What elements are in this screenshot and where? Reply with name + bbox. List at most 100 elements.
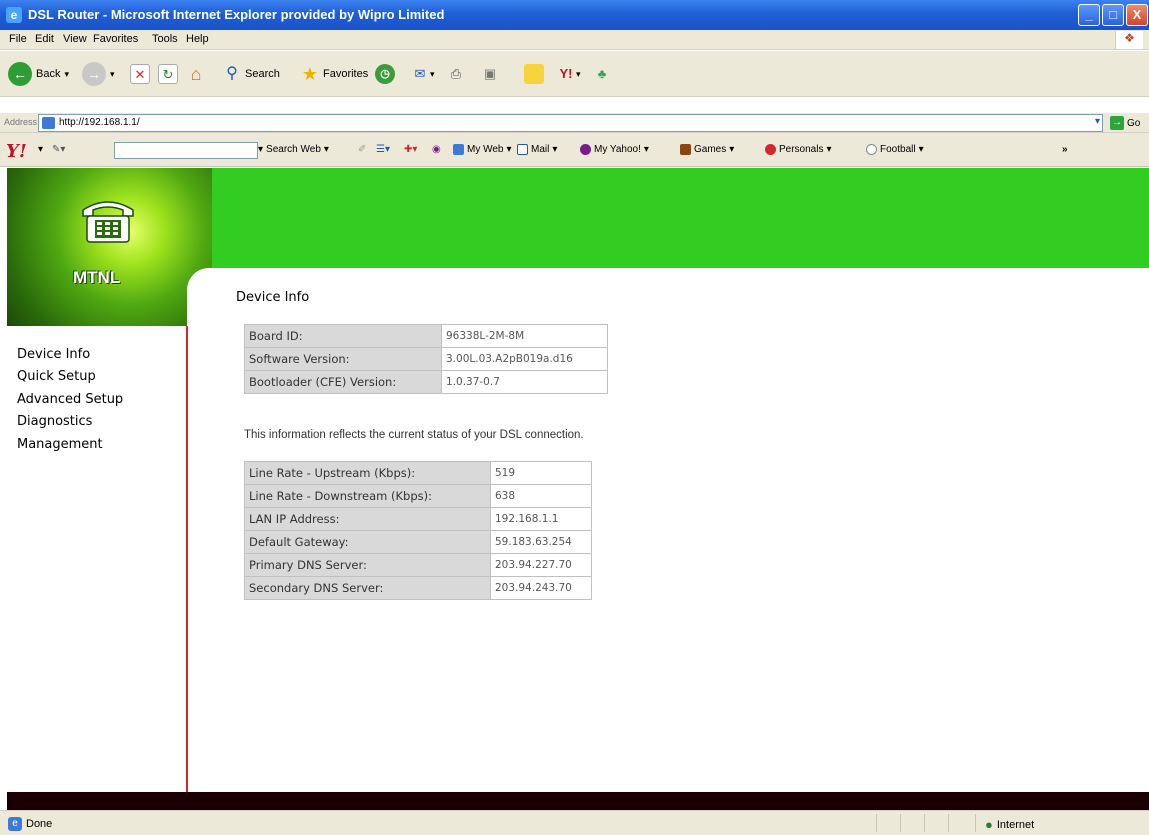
address-url: http://192.168.1.1/ — [59, 117, 140, 128]
sidebar: Device Info Quick Setup Advanced Setup D… — [7, 326, 188, 792]
my-yahoo-button[interactable]: My Yahoo! ▾ — [580, 144, 649, 155]
address-bar: Address http://192.168.1.1/ ▾ → Go — [0, 113, 1149, 133]
address-input[interactable]: http://192.168.1.1/ ▾ — [38, 114, 1103, 132]
search-icon: ⚲ — [226, 65, 238, 82]
status-bar: e Done ● Internet — [0, 810, 1149, 835]
mtnl-logo: MTNL — [7, 168, 212, 326]
history-icon: ◷ — [375, 64, 395, 84]
stop-button[interactable]: ✕ — [130, 61, 150, 87]
status-divider — [876, 814, 877, 832]
yahoo-search-input[interactable] — [114, 142, 258, 159]
table-row: Line Rate - Upstream (Kbps): 519 — [244, 461, 592, 485]
status-divider — [900, 814, 901, 832]
history-button[interactable]: ◷ — [375, 61, 395, 87]
device-info-table: Board ID: 96338L-2M-8M Software Version:… — [244, 324, 608, 394]
maximize-button[interactable]: □ — [1102, 4, 1124, 26]
menu-bar: File Edit View Favorites Tools Help ❖ — [0, 30, 1149, 50]
football-button[interactable]: Football ▾ — [866, 144, 924, 155]
brand-name: MTNL — [73, 268, 121, 287]
minimize-button[interactable]: _ — [1078, 4, 1100, 26]
browser-window: e DSL Router - Microsoft Internet Explor… — [0, 0, 1149, 835]
games-button[interactable]: Games ▾ — [680, 144, 734, 155]
status-divider — [948, 814, 949, 832]
row-value: 96338L-2M-8M — [441, 324, 608, 348]
forward-button[interactable]: → ▾ — [82, 61, 115, 87]
yahoo-y-icon: Y! — [559, 66, 573, 81]
nav-quick-setup[interactable]: Quick Setup — [17, 369, 96, 384]
my-web-button[interactable]: My Web ▾ — [453, 144, 512, 155]
table-row: Software Version: 3.00L.03.A2pB019a.d16 — [244, 347, 608, 371]
nav-diagnostics[interactable]: Diagnostics — [17, 414, 92, 429]
status-done: e Done — [8, 817, 52, 831]
row-label: Board ID: — [244, 324, 442, 348]
status-divider — [975, 814, 976, 832]
go-button[interactable]: → Go — [1110, 114, 1146, 132]
print-button[interactable]: ⎙ — [446, 61, 466, 87]
more-chevron-icon[interactable]: » — [1062, 144, 1068, 155]
close-button[interactable]: X — [1126, 4, 1148, 26]
search-web-button[interactable]: ▾ Search Web ▾ — [258, 144, 329, 155]
menu-tools[interactable]: Tools — [152, 33, 178, 45]
edit-button[interactable]: ▣ — [480, 61, 500, 87]
refresh-icon: ↻ — [158, 64, 178, 84]
home-button[interactable]: ⌂ — [186, 61, 206, 87]
nav-management[interactable]: Management — [17, 437, 103, 452]
refresh-button[interactable]: ↻ — [158, 61, 178, 87]
table-row: Board ID: 96338L-2M-8M — [244, 324, 608, 348]
back-button[interactable]: ← Back ▾ — [8, 61, 69, 87]
go-arrow-icon: → — [1110, 116, 1124, 130]
status-divider — [924, 814, 925, 832]
list-icon[interactable]: ☰▾ — [376, 144, 390, 155]
shield-icon[interactable]: ✚▾ — [404, 144, 417, 155]
yahoo-messenger-button[interactable]: Y! ▾ — [556, 61, 581, 87]
menu-help[interactable]: Help — [186, 33, 209, 45]
discuss-button[interactable] — [524, 61, 544, 87]
mail-button-yahoo[interactable]: Mail ▾ — [517, 144, 557, 155]
nav-advanced-setup[interactable]: Advanced Setup — [17, 392, 123, 407]
menu-file[interactable]: File — [9, 33, 27, 45]
search-button[interactable]: ⚲ Search — [222, 61, 280, 87]
address-dropdown-icon[interactable]: ▾ — [1095, 116, 1100, 127]
pencil-icon[interactable]: ✐ — [358, 144, 366, 155]
row-value: 638 — [490, 484, 592, 508]
page-done-icon: e — [8, 817, 22, 831]
table-row: Bootloader (CFE) Version: 1.0.37-0.7 — [244, 370, 608, 394]
yahoo-logo-icon[interactable]: Y! — [6, 141, 27, 162]
connection-status-table: Line Rate - Upstream (Kbps): 519 Line Ra… — [244, 461, 592, 600]
nav-device-info[interactable]: Device Info — [17, 347, 90, 362]
table-row: Secondary DNS Server: 203.94.243.70 — [244, 576, 592, 600]
personals-button[interactable]: Personals ▾ — [765, 144, 832, 155]
row-label: Line Rate - Downstream (Kbps): — [244, 484, 491, 508]
row-label: Default Gateway: — [244, 530, 491, 554]
address-label: Address — [4, 117, 38, 127]
printer-icon: ⎙ — [450, 66, 462, 81]
home-icon: ⌂ — [190, 64, 202, 84]
yahoo-menu-dropdown[interactable]: ▾ — [38, 144, 43, 155]
row-value: 3.00L.03.A2pB019a.d16 — [441, 347, 608, 371]
row-label: Software Version: — [244, 347, 442, 371]
spyware-icon[interactable]: ◉ — [432, 144, 441, 155]
yahoo-toolbar: Y! ▾ ✎▾ ▾ Search Web ▾ ✐ ☰▾ ✚▾ ◉ My Web ▾… — [0, 133, 1149, 167]
window-title: DSL Router - Microsoft Internet Explorer… — [28, 7, 445, 22]
messenger-icon: ♣ — [597, 66, 607, 81]
row-label: LAN IP Address: — [244, 507, 491, 531]
mail-icon: ✉ — [414, 66, 426, 81]
menu-view[interactable]: View — [63, 33, 87, 45]
messenger-button[interactable]: ♣ — [592, 61, 612, 87]
back-arrow-icon: ← — [8, 62, 32, 86]
footer-band — [7, 792, 1149, 810]
row-value: 519 — [490, 461, 592, 485]
row-value: 203.94.243.70 — [490, 576, 592, 600]
mail-button[interactable]: ✉ ▾ — [410, 61, 435, 87]
row-value: 1.0.37-0.7 — [441, 370, 608, 394]
title-bar: e DSL Router - Microsoft Internet Explor… — [0, 0, 1149, 30]
stop-icon: ✕ — [130, 64, 150, 84]
note-icon — [524, 64, 544, 84]
row-label: Secondary DNS Server: — [244, 576, 491, 600]
favorites-button[interactable]: ★ Favorites — [300, 61, 368, 87]
security-zone: ● Internet — [985, 817, 1035, 832]
windows-logo-icon: ❖ — [1115, 31, 1143, 49]
highlight-pen-icon[interactable]: ✎▾ — [52, 144, 65, 155]
menu-favorites[interactable]: Favorites — [93, 33, 138, 45]
menu-edit[interactable]: Edit — [35, 33, 54, 45]
